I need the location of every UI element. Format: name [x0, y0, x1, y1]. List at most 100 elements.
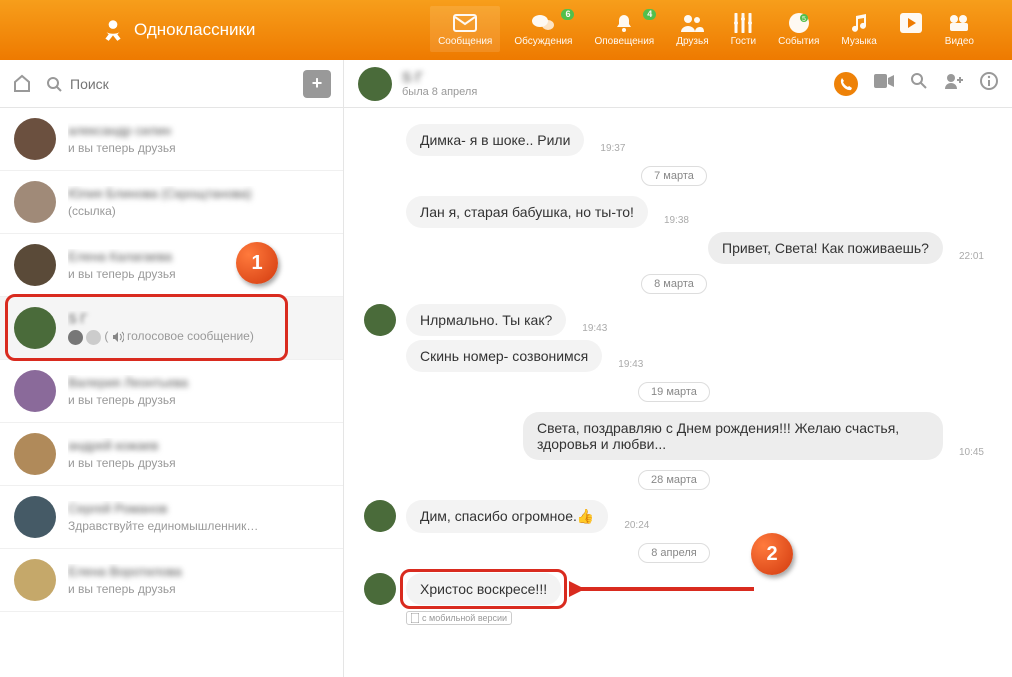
- call-button[interactable]: [834, 72, 858, 96]
- chat-name: Валерия Леонтьева: [68, 375, 329, 390]
- conversation-header: S Г была 8 апреля: [344, 60, 1012, 108]
- nav-discussions[interactable]: 6 Обсуждения: [514, 12, 572, 48]
- events-icon: 5: [787, 12, 811, 34]
- nav-guests[interactable]: Гости: [731, 12, 756, 48]
- friends-icon: [680, 12, 704, 34]
- message-time: 19:37: [600, 143, 625, 154]
- nav-events[interactable]: 5 События: [778, 12, 819, 48]
- envelope-icon: [453, 12, 477, 34]
- date-separator: 7 марта: [364, 166, 984, 186]
- brand-logo[interactable]: Одноклассники: [100, 17, 255, 43]
- topnav-items: Сообщения 6 Обсуждения 4 Оповещения Друз…: [438, 12, 974, 48]
- message-bubble[interactable]: Димка- я в шоке.. Рили: [406, 124, 584, 156]
- message-row[interactable]: Нлрмально. Ты как? 19:43: [364, 304, 984, 336]
- chat-row[interactable]: Сергей Романов Здравствуйте единомышленни…: [0, 486, 343, 549]
- svg-text:5: 5: [802, 16, 806, 23]
- nav-messages[interactable]: Сообщения: [430, 6, 500, 52]
- chat-name: Елена Воротилова: [68, 564, 329, 579]
- play-icon: [899, 12, 923, 34]
- chat-sub: (ссылка): [68, 204, 329, 218]
- video-call-button[interactable]: [874, 74, 894, 93]
- chat-avatar: [14, 181, 56, 223]
- nav-alerts[interactable]: 4 Оповещения: [594, 12, 654, 48]
- sidebar-top: +: [0, 60, 343, 108]
- chat-list[interactable]: александр силин и вы теперь друзья Юлия Бл…: [0, 108, 343, 677]
- message-time: 10:45: [959, 447, 984, 458]
- chat-name: Юлия Блинова (Скрощтанова): [68, 186, 329, 201]
- nav-video-play[interactable]: [899, 12, 923, 48]
- chat-sub: и вы теперь друзья: [68, 393, 329, 407]
- nav-music[interactable]: Музыка: [841, 12, 876, 48]
- mobile-version-tag: с мобильной версии: [406, 611, 512, 625]
- new-chat-button[interactable]: +: [303, 70, 331, 98]
- message-row[interactable]: Привет, Света! Как поживаешь?22:01: [364, 232, 984, 264]
- chat-name: S Г: [68, 311, 329, 326]
- chat-row[interactable]: Валерия Леонтьева и вы теперь друзья: [0, 360, 343, 423]
- chat-avatar: [14, 307, 56, 349]
- home-button[interactable]: [12, 73, 34, 95]
- chat-sub: и вы теперь друзья: [68, 267, 329, 281]
- date-separator: 8 марта: [364, 274, 984, 294]
- search-icon: [46, 76, 62, 92]
- chat-sub: ( голосовое сообщение): [68, 329, 329, 344]
- chat-icon: [531, 12, 555, 34]
- message-bubble[interactable]: Нлрмально. Ты как?: [406, 304, 566, 336]
- chat-avatar: [14, 496, 56, 538]
- search-input[interactable]: [70, 76, 291, 92]
- add-participant-button[interactable]: [944, 73, 964, 94]
- search-wrap: [46, 76, 291, 92]
- chat-sub: Здравствуйте единомышленник…: [68, 519, 329, 533]
- ok-logo-icon: [100, 17, 126, 43]
- date-separator: 8 апреля: [364, 543, 984, 563]
- chat-row[interactable]: александр силин и вы теперь друзья: [0, 108, 343, 171]
- message-row[interactable]: Дим, спасибо огромное.👍 20:24: [364, 500, 984, 533]
- chat-row[interactable]: Елена Калагаева и вы теперь друзья: [0, 234, 343, 297]
- camera-icon: [947, 12, 971, 34]
- conversation-actions: [834, 72, 998, 96]
- chat-name: александр силин: [68, 123, 329, 138]
- chat-avatar: [14, 433, 56, 475]
- message-row[interactable]: Лан я, старая бабушка, но ты-то!19:38: [406, 196, 984, 228]
- message-row[interactable]: Света, поздравляю с Днем рождения!!! Жел…: [364, 412, 984, 460]
- main-area: + александр силин и вы теперь друзья Юлия …: [0, 60, 1012, 677]
- chat-row[interactable]: Юлия Блинова (Скрощтанова) (ссылка): [0, 171, 343, 234]
- guests-icon: [731, 12, 755, 34]
- message-bubble[interactable]: Света, поздравляю с Днем рождения!!! Жел…: [523, 412, 943, 460]
- message-bubble[interactable]: Христос воскресе!!!: [406, 573, 561, 605]
- chat-sub: и вы теперь друзья: [68, 582, 329, 596]
- brand-name: Одноклассники: [134, 20, 255, 40]
- conversation-status: была 8 апреля: [402, 86, 477, 98]
- conversation-avatar[interactable]: [358, 67, 392, 101]
- chat-avatar: [14, 118, 56, 160]
- chat-avatar: [14, 244, 56, 286]
- chat-name: Сергей Романов: [68, 501, 329, 516]
- chat-info-button[interactable]: [980, 72, 998, 95]
- chat-row[interactable]: Елена Воротилова и вы теперь друзья: [0, 549, 343, 612]
- message-row[interactable]: Скинь номер- созвонимся 19:43: [406, 340, 984, 372]
- message-row[interactable]: Христос воскресе!!!: [364, 573, 984, 605]
- top-nav: Одноклассники Сообщения 6 Обсуждения 4 О…: [0, 0, 1012, 60]
- message-row[interactable]: Димка- я в шоке.. Рили 19:37: [406, 124, 984, 156]
- conversation-body[interactable]: Димка- я в шоке.. Рили 19:37 7 марта Лан я,…: [344, 108, 1012, 677]
- chat-row[interactable]: андрей кожаеви вы теперь друзья: [0, 423, 343, 486]
- chat-sub: и вы теперь друзья: [68, 456, 329, 470]
- bell-icon: [612, 12, 636, 34]
- message-time: 19:43: [618, 359, 643, 370]
- chat-sub: и вы теперь друзья: [68, 141, 329, 155]
- conversation-title[interactable]: S Г: [402, 69, 477, 85]
- nav-friends[interactable]: Друзья: [676, 12, 708, 48]
- chat-avatar: [14, 370, 56, 412]
- search-in-chat-button[interactable]: [910, 72, 928, 95]
- chat-avatar: [14, 559, 56, 601]
- message-bubble[interactable]: Лан я, старая бабушка, но ты-то!: [406, 196, 648, 228]
- message-bubble[interactable]: Скинь номер- созвонимся: [406, 340, 602, 372]
- sidebar: + александр силин и вы теперь друзья Юлия …: [0, 60, 344, 677]
- music-icon: [847, 12, 871, 34]
- chat-name: Елена Калагаева: [68, 249, 329, 264]
- message-bubble[interactable]: Привет, Света! Как поживаешь?: [708, 232, 943, 264]
- chat-row[interactable]: S Г ( голосовое сообщение): [0, 297, 343, 360]
- message-time: 20:24: [624, 520, 649, 531]
- message-bubble[interactable]: Дим, спасибо огромное.👍: [406, 500, 608, 533]
- nav-video[interactable]: Видео: [945, 12, 974, 48]
- message-time: 19:43: [582, 323, 607, 334]
